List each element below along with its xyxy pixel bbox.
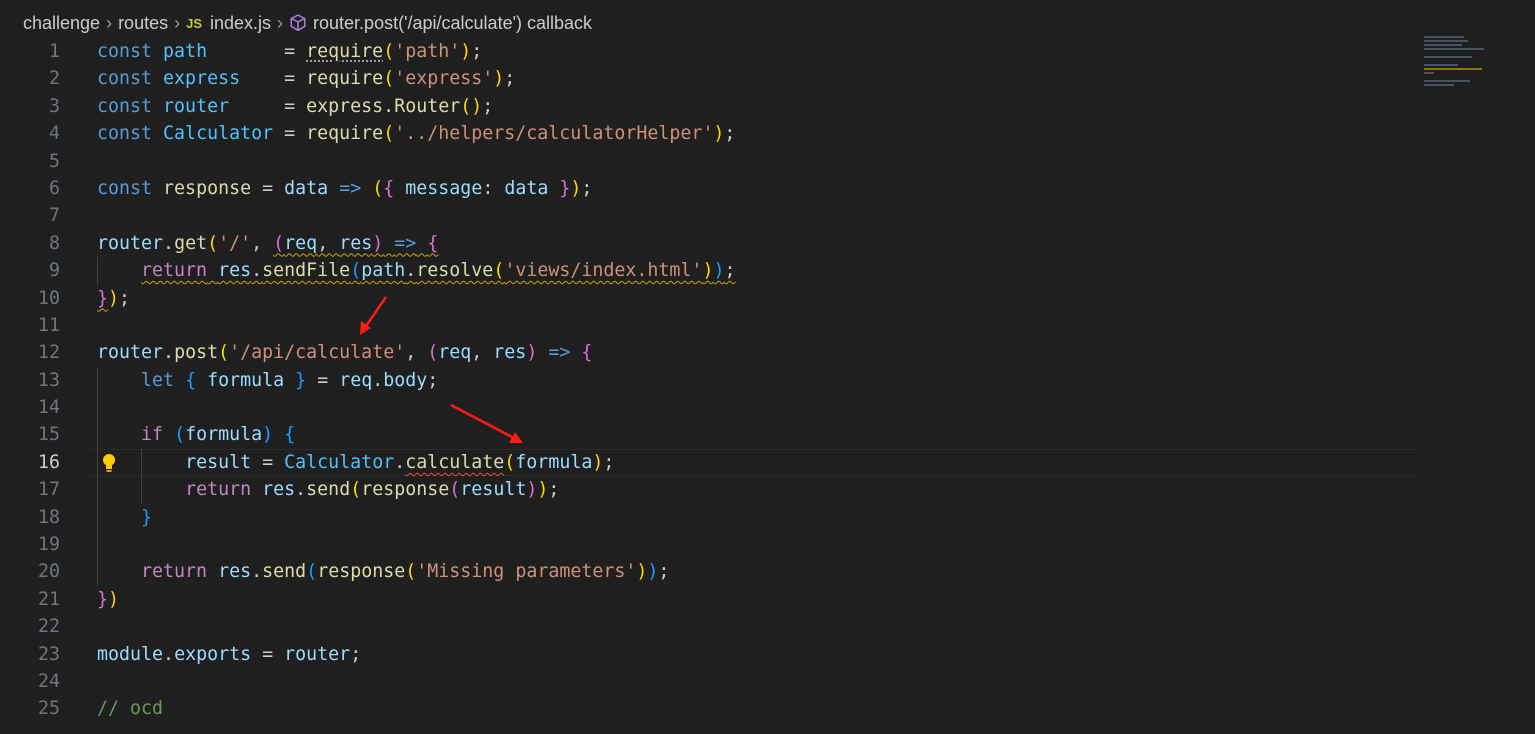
- line-number: 17: [37, 479, 60, 501]
- code-text[interactable]: const Calculator = require('../helpers/c…: [97, 120, 735, 147]
- breadcrumb-symbol[interactable]: router.post('/api/calculate') callback: [313, 13, 592, 34]
- line-number: 11: [37, 314, 60, 336]
- code-text[interactable]: return res.send(response(result));: [97, 476, 559, 503]
- code-text[interactable]: module.exports = router;: [97, 641, 361, 668]
- minimap[interactable]: [1424, 36, 1514, 96]
- code-text[interactable]: }): [97, 586, 119, 613]
- breadcrumb-file[interactable]: index.js: [210, 13, 271, 34]
- code-text[interactable]: let { formula } = req.body;: [97, 367, 438, 394]
- line-number: 8: [48, 232, 60, 254]
- line-number: 10: [37, 287, 60, 309]
- line-number: 9: [48, 260, 60, 282]
- code-line: 19: [0, 531, 1420, 559]
- line-number: 4: [48, 123, 60, 145]
- chevron-right-icon: ›: [174, 12, 181, 33]
- line-number: 13: [37, 369, 60, 391]
- breadcrumb-folder-challenge[interactable]: challenge: [23, 13, 100, 34]
- code-editor[interactable]: 1 const path = require('path'); 2 const ex…: [0, 38, 1420, 723]
- line-number: 2: [48, 68, 60, 90]
- line-number: 14: [37, 397, 60, 419]
- code-line: 13 let { formula } = req.body;: [0, 366, 1420, 395]
- code-text[interactable]: const router = express.Router();: [97, 93, 493, 120]
- code-line-active: 16 result = Calculator.calculate(formula…: [0, 448, 1420, 477]
- code-line: 11: [0, 312, 1420, 339]
- code-line: 20 return res.send(response('Missing par…: [0, 558, 1420, 586]
- code-line: 15 if (formula) {: [0, 421, 1420, 449]
- code-line: 1 const path = require('path');: [0, 38, 1420, 65]
- code-line: 18 }: [0, 503, 1420, 532]
- javascript-file-icon: JS: [186, 15, 202, 31]
- code-line: 23 module.exports = router;: [0, 641, 1420, 668]
- line-number: 18: [37, 506, 60, 528]
- breadcrumb-folder-routes[interactable]: routes: [118, 13, 168, 34]
- cube-method-icon: [289, 14, 307, 32]
- code-line: 24: [0, 668, 1420, 695]
- code-line: 8 router.get('/', (req, res) => {: [0, 230, 1420, 257]
- code-line: 12 router.post('/api/calculate', (req, re…: [0, 339, 1420, 366]
- code-text[interactable]: const response = data => ({ message: dat…: [97, 175, 592, 202]
- code-line: 6 const response = data => ({ message: da…: [0, 175, 1420, 202]
- code-line: 5: [0, 148, 1420, 175]
- code-line: 4 const Calculator = require('../helpers/…: [0, 120, 1420, 147]
- line-number: 5: [48, 150, 60, 172]
- code-text[interactable]: });: [97, 285, 130, 312]
- code-text[interactable]: }: [97, 504, 152, 531]
- code-line: 3 const router = express.Router();: [0, 93, 1420, 120]
- code-line: 14: [0, 394, 1420, 422]
- code-text[interactable]: // ocd: [97, 695, 163, 722]
- line-number: 15: [37, 424, 60, 446]
- line-number: 25: [37, 698, 60, 720]
- line-number: 19: [37, 534, 60, 556]
- chevron-right-icon: ›: [277, 12, 284, 33]
- code-text[interactable]: router.get('/', (req, res) => {: [97, 230, 438, 257]
- line-number: 22: [37, 616, 60, 638]
- line-number: 21: [37, 588, 60, 610]
- line-number: 23: [37, 643, 60, 665]
- line-number: 12: [37, 342, 60, 364]
- line-number: 16: [37, 451, 60, 473]
- line-number: 3: [48, 95, 60, 117]
- chevron-right-icon: ›: [106, 12, 113, 33]
- line-number: 6: [48, 177, 60, 199]
- code-text[interactable]: return res.sendFile(path.resolve('views/…: [97, 257, 735, 284]
- code-text[interactable]: const path = require('path');: [97, 38, 482, 65]
- code-text[interactable]: if (formula) {: [97, 421, 295, 448]
- line-number: 20: [37, 561, 60, 583]
- line-number: 24: [37, 670, 60, 692]
- line-number: 7: [48, 205, 60, 227]
- code-text[interactable]: return res.send(response('Missing parame…: [97, 558, 669, 585]
- code-line: 17 return res.send(response(result));: [0, 476, 1420, 504]
- code-line: 21}): [0, 586, 1420, 613]
- code-line: 10});: [0, 285, 1420, 312]
- line-number: 1: [48, 41, 60, 62]
- code-text[interactable]: result = Calculator.calculate(formula);: [97, 449, 614, 476]
- code-text[interactable]: const express = require('express');: [97, 65, 515, 92]
- code-line: 22: [0, 613, 1420, 640]
- code-line: 7: [0, 202, 1420, 229]
- code-text[interactable]: router.post('/api/calculate', (req, res)…: [97, 339, 592, 366]
- code-line: 25 // ocd: [0, 695, 1420, 722]
- code-line: 9 return res.sendFile(path.resolve('view…: [0, 257, 1420, 285]
- code-line: 2 const express = require('express');: [0, 65, 1420, 92]
